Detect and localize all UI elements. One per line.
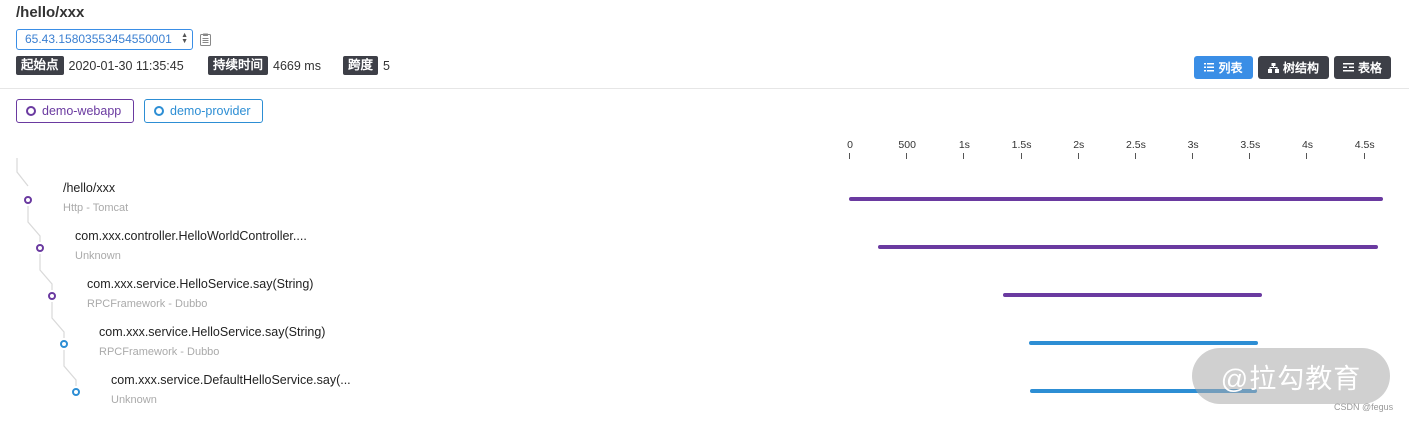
list-icon (1204, 63, 1215, 72)
timeline-tick-mark (1363, 153, 1365, 159)
watermark: @拉勾教育 (1192, 348, 1390, 404)
span-name[interactable]: /hello/xxx (63, 181, 115, 195)
span-name[interactable]: com.xxx.service.HelloService.say(String) (87, 277, 313, 291)
timeline-tick-label: 1.5s (1011, 139, 1032, 151)
trace-id-value: 65.43.15803553454550001 (25, 32, 172, 46)
select-arrows-icon: ▲ ▼ (181, 32, 188, 45)
service-filter-demo-webapp[interactable]: demo-webapp (16, 99, 134, 123)
timeline-tick-mark (906, 153, 908, 159)
span-node-icon[interactable] (60, 340, 68, 348)
table-icon (1342, 63, 1354, 72)
timeline-tick-mark (963, 153, 965, 159)
span-component: Http - Tomcat (63, 202, 129, 214)
timeline-tick-label: 4s (1301, 139, 1314, 151)
timeline-tick-mark (1020, 153, 1022, 159)
header-divider (0, 88, 1409, 89)
span-duration-bar[interactable] (877, 245, 1378, 249)
span-node-icon[interactable] (72, 388, 80, 396)
span-duration-bar[interactable] (1028, 341, 1259, 345)
list-view-label: 列表 (1218, 61, 1243, 75)
span-name[interactable]: com.xxx.service.HelloService.say(String) (99, 325, 325, 339)
span-name[interactable]: com.xxx.controller.HelloWorldController.… (75, 229, 307, 243)
timeline-tick-mark (1192, 153, 1194, 159)
span-duration-bar[interactable] (1003, 293, 1262, 297)
span-duration-bar[interactable] (849, 197, 1383, 201)
table-view-button[interactable]: 表格 (1334, 56, 1391, 79)
service-name: demo-provider (170, 104, 251, 118)
tree-icon (1267, 62, 1279, 73)
service-name: demo-webapp (42, 104, 122, 118)
duration-value: 4669 ms (273, 58, 321, 73)
list-view-button[interactable]: 列表 (1194, 56, 1253, 79)
timeline-tick-label: 3s (1187, 139, 1199, 151)
start-time-info: 起始点 2020-01-30 11:35:45 (16, 56, 184, 75)
service-filter-demo-provider[interactable]: demo-provider (144, 99, 263, 123)
service-ring-icon (26, 106, 36, 116)
timeline-tick-mark (849, 153, 850, 159)
timeline-tick-label: 4.5s (1354, 139, 1375, 151)
tree-view-label: 树结构 (1282, 61, 1319, 75)
span-tag: 跨度 (343, 56, 379, 75)
span-node-icon[interactable] (48, 292, 56, 300)
start-value: 2020-01-30 11:35:45 (68, 58, 184, 73)
duration-info: 持续时间 4669 ms (208, 56, 321, 75)
timeline-tick-label: 1s (958, 139, 970, 151)
clipboard-icon[interactable] (200, 33, 211, 46)
service-ring-icon (154, 106, 164, 116)
timeline-tick-label: 0 (847, 139, 853, 151)
span-component: Unknown (75, 250, 121, 262)
span-name[interactable]: com.xxx.service.DefaultHelloService.say(… (111, 373, 351, 387)
timeline-tick-label: 2s (1073, 139, 1085, 151)
span-component: Unknown (111, 394, 157, 406)
timeline-tick-label: 2.5s (1125, 139, 1146, 151)
start-tag: 起始点 (16, 56, 64, 75)
span-count-value: 5 (383, 58, 390, 73)
credit-text: CSDN @fegus (1334, 402, 1394, 412)
timeline-tick-label: 500 (898, 139, 916, 151)
timeline-tick-mark (1077, 153, 1079, 159)
trace-id-select[interactable]: 65.43.15803553454550001 ▲ ▼ (16, 29, 193, 50)
table-view-label: 表格 (1357, 61, 1382, 75)
span-node-icon[interactable] (24, 196, 32, 204)
span-node-icon[interactable] (36, 244, 44, 252)
tree-view-button[interactable]: 树结构 (1258, 56, 1329, 79)
span-count-info: 跨度 5 (343, 56, 390, 75)
duration-tag: 持续时间 (208, 56, 269, 75)
timeline-tick-mark (1306, 153, 1308, 159)
timeline-tick-mark (1249, 153, 1251, 159)
page-title: /hello/xxx (16, 4, 85, 21)
timeline-tick-mark (1134, 153, 1136, 159)
span-component: RPCFramework - Dubbo (99, 346, 220, 358)
span-component: RPCFramework - Dubbo (87, 298, 208, 310)
timeline-tick-label: 3.5s (1240, 139, 1261, 151)
